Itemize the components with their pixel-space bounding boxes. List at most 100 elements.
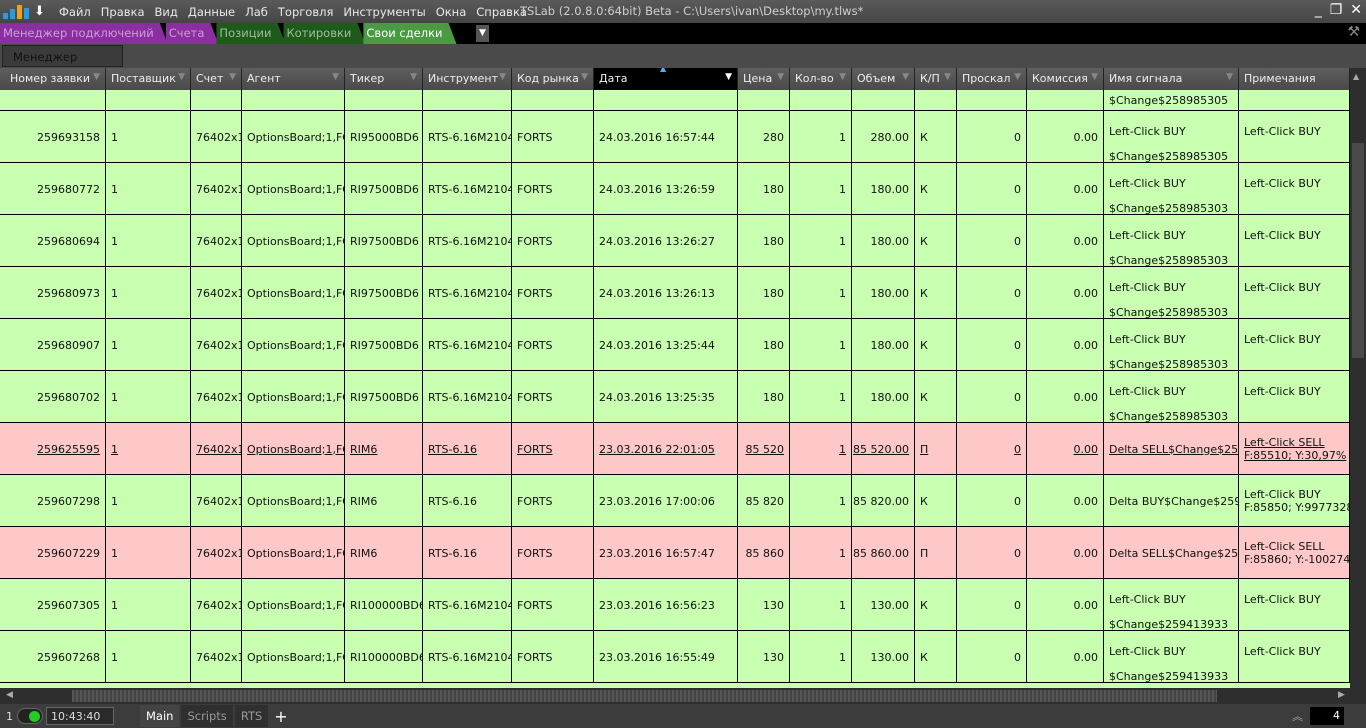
table-cell: 180.00 bbox=[852, 215, 915, 267]
column-header[interactable]: Примечания bbox=[1239, 68, 1350, 90]
horizontal-scrollbar[interactable]: ◀ ▶ bbox=[0, 688, 1366, 704]
signal-name: Left-Click BUY bbox=[1109, 333, 1186, 346]
filter-icon[interactable]: ▼ bbox=[410, 72, 417, 82]
column-header[interactable]: Цена ▼ bbox=[738, 68, 790, 90]
vertical-scrollbar[interactable]: ▲ bbox=[1350, 68, 1366, 688]
filter-icon[interactable]: ▼ bbox=[944, 72, 951, 82]
column-header[interactable]: Счет ▼ bbox=[191, 68, 242, 90]
table-row[interactable]: 259607229 1 76402x1 OptionsBoard;1,FORTS RIM… bbox=[0, 527, 1350, 579]
scroll-thumb[interactable] bbox=[72, 690, 1217, 702]
filter-icon[interactable]: ▼ bbox=[1226, 72, 1233, 82]
cell-value: 0.00 bbox=[1073, 442, 1099, 456]
filter-icon[interactable]: ▼ bbox=[1091, 72, 1098, 82]
save-icon[interactable]: ⬇ bbox=[34, 4, 54, 19]
workspace-tab[interactable]: RTS bbox=[234, 705, 269, 727]
window-title: TSLab (2.0.8.0:64bit) Beta - C:\Users\iv… bbox=[520, 4, 864, 18]
cell-value: RTS-6.16M210416 bbox=[428, 234, 511, 248]
cell-value: 85 820.00 bbox=[853, 494, 909, 508]
minimize-icon[interactable]: _ bbox=[1315, 2, 1322, 18]
filter-icon[interactable]: ▼ bbox=[777, 72, 784, 82]
column-header[interactable]: Номер заявки ▼ bbox=[5, 68, 106, 90]
column-header[interactable]: Поставщик ▼ bbox=[106, 68, 191, 90]
cell-value: 1 bbox=[839, 338, 846, 352]
column-header[interactable]: К/П ▼ bbox=[915, 68, 957, 90]
table-cell: 1 bbox=[790, 215, 852, 267]
column-header[interactable]: Комиссия ▼ bbox=[1027, 68, 1104, 90]
table-row[interactable]: 259625595 1 76402x1 OptionsBoard;1,FORTS RIM… bbox=[0, 423, 1350, 475]
cell-value: FORTS bbox=[517, 338, 553, 352]
connection-toggle[interactable] bbox=[17, 708, 43, 724]
table-row[interactable]: 259680694 1 76402x1 OptionsBoard;1,FORTS RI9… bbox=[0, 215, 1350, 267]
table-cell: OptionsBoard;1,FORTS bbox=[242, 527, 345, 579]
table-row[interactable]: 259607268 1 76402x1 OptionsBoard;1,FORTS RI1… bbox=[0, 631, 1350, 683]
scroll-right-icon[interactable]: ▶ bbox=[1338, 690, 1345, 700]
scroll-thumb[interactable] bbox=[1352, 143, 1364, 358]
column-header[interactable]: Код рынка ▼ bbox=[512, 68, 594, 90]
column-header[interactable]: Кол-во ▼ bbox=[790, 68, 852, 90]
menu-item[interactable]: Правка bbox=[96, 5, 150, 19]
table-cell: RTS-6.16 bbox=[423, 423, 512, 475]
column-header[interactable]: Дата ▼ ▲ bbox=[594, 68, 738, 90]
table-row[interactable]: 259680973 1 76402x1 OptionsBoard;1,FORTS RI9… bbox=[0, 267, 1350, 319]
tab-3[interactable]: Котировки bbox=[283, 23, 365, 44]
menu-item[interactable]: Вид bbox=[150, 5, 183, 19]
tab-1[interactable]: Счета bbox=[166, 23, 219, 44]
tab-4[interactable]: Свои сделки bbox=[363, 23, 456, 44]
filter-icon[interactable]: ▼ bbox=[229, 72, 236, 82]
table-row[interactable]: 259680702 1 76402x1 OptionsBoard;1,FORTS RI9… bbox=[0, 371, 1350, 423]
table-cell: Delta BUY$Change$259199 bbox=[1104, 475, 1239, 527]
table-row[interactable]: 259680772 1 76402x1 OptionsBoard;1,FORTS RI9… bbox=[0, 163, 1350, 215]
menu-item[interactable]: Данные bbox=[183, 5, 240, 19]
page-field[interactable]: 4 bbox=[1310, 707, 1344, 725]
cell-value: 0.00 bbox=[1073, 494, 1099, 508]
column-header[interactable]: Имя сигнала ▼ bbox=[1104, 68, 1239, 90]
tab-2[interactable]: Позиции bbox=[216, 23, 285, 44]
scroll-left-icon[interactable]: ◀ bbox=[6, 690, 13, 700]
filter-icon[interactable]: ▼ bbox=[839, 72, 846, 82]
cell-value: 259607305 bbox=[37, 598, 100, 612]
scroll-up-icon[interactable]: ▲ bbox=[1353, 72, 1359, 81]
order-manager-tab[interactable]: Менеджер заявок bbox=[2, 45, 123, 78]
table-cell: 1 bbox=[106, 423, 191, 475]
filter-icon[interactable]: ▼ bbox=[178, 72, 185, 82]
filter-icon[interactable]: ▼ bbox=[902, 72, 909, 82]
tabs-dropdown-button[interactable]: ▼ bbox=[476, 25, 489, 42]
column-header[interactable]: Объем ▼ bbox=[852, 68, 915, 90]
column-header[interactable]: Агент ▼ bbox=[242, 68, 345, 90]
table-cell: 259607229 bbox=[5, 527, 106, 579]
table-row[interactable]: $Change$258985305 bbox=[0, 90, 1350, 111]
filter-icon[interactable]: ▼ bbox=[1014, 72, 1021, 82]
column-header[interactable]: Тикер ▼ bbox=[345, 68, 423, 90]
workspace-tab[interactable]: Scripts bbox=[181, 705, 233, 727]
table-row[interactable]: 259680907 1 76402x1 OptionsBoard;1,FORTS RI9… bbox=[0, 319, 1350, 371]
close-icon[interactable]: ✕ bbox=[1350, 2, 1362, 18]
column-header[interactable]: Инструмент ▼ bbox=[423, 68, 512, 90]
tools-icon[interactable]: ⚒ bbox=[1347, 24, 1360, 40]
menu-item[interactable]: Лаб bbox=[240, 5, 273, 19]
menu-item[interactable]: Окна bbox=[431, 5, 472, 19]
menu-item[interactable]: Файл bbox=[54, 5, 96, 19]
table-row[interactable]: 259693158 1 76402x1 OptionsBoard;1,FORTS RI9… bbox=[0, 111, 1350, 163]
filter-icon[interactable]: ▼ bbox=[93, 72, 100, 82]
maximize-icon[interactable]: ❐ bbox=[1330, 2, 1343, 18]
menu-item[interactable]: Инструменты bbox=[338, 5, 430, 19]
expand-icon[interactable]: ︽ bbox=[1292, 708, 1303, 724]
table-cell: 1 bbox=[106, 631, 191, 683]
filter-icon[interactable]: ▼ bbox=[332, 72, 339, 82]
table-row[interactable]: 259607305 1 76402x1 OptionsBoard;1,FORTS RI1… bbox=[0, 579, 1350, 631]
filter-icon[interactable]: ▼ bbox=[725, 72, 732, 82]
column-header[interactable]: Проскал ▼ bbox=[957, 68, 1027, 90]
table-row[interactable]: 259607298 1 76402x1 OptionsBoard;1,FORTS RIM… bbox=[0, 475, 1350, 527]
menu-item[interactable]: Торговля bbox=[273, 5, 338, 19]
filter-icon[interactable]: ▼ bbox=[499, 72, 506, 82]
tab-0[interactable]: Менеджер подключений bbox=[0, 23, 168, 44]
signal-name: Left-Click BUY bbox=[1109, 177, 1186, 190]
table-cell: 0 bbox=[957, 371, 1027, 423]
add-tab-button[interactable]: + bbox=[274, 707, 287, 726]
cell-value: 24.03.2016 13:26:13 bbox=[599, 286, 715, 300]
cell-value: 0 bbox=[1014, 650, 1021, 664]
workspace-tab[interactable]: Main bbox=[140, 705, 180, 727]
cell-value: OptionsBoard;1,FORTS bbox=[247, 598, 344, 612]
connection-count: 1 bbox=[6, 709, 13, 723]
filter-icon[interactable]: ▼ bbox=[581, 72, 588, 82]
